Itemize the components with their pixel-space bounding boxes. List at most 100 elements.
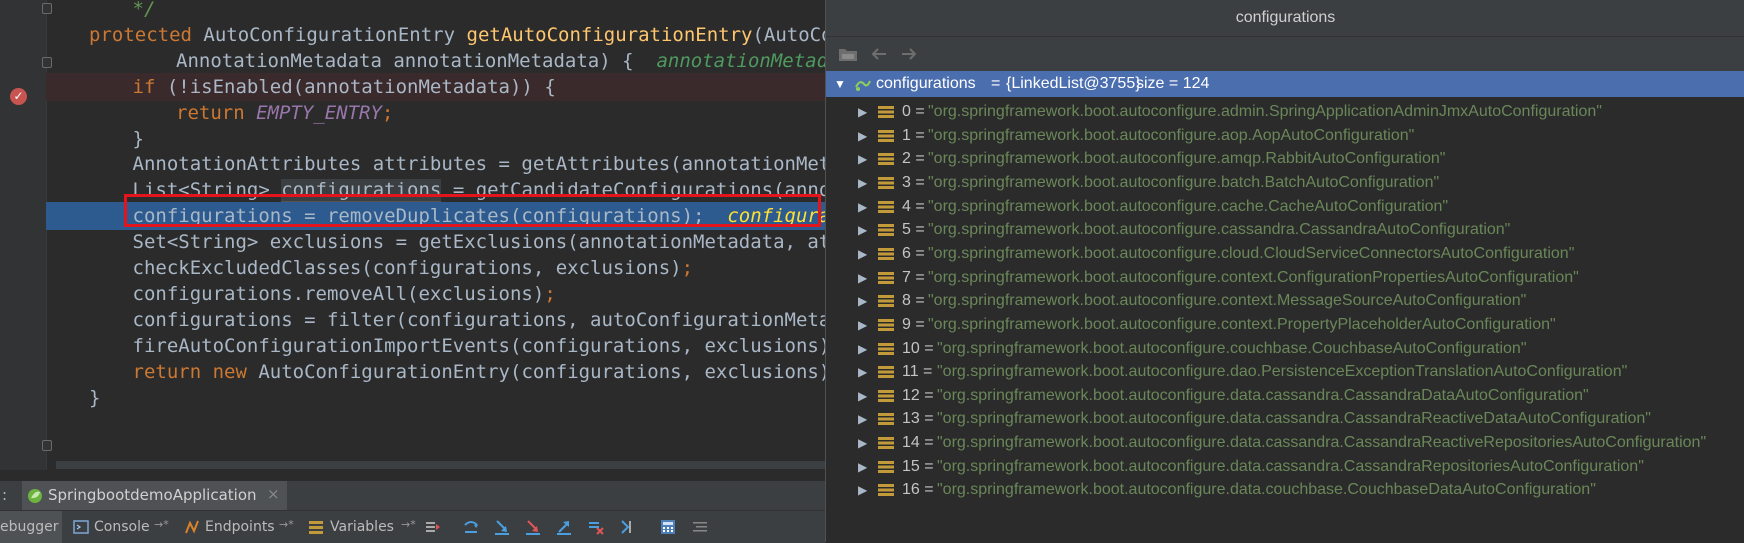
code-line[interactable]: checkExcludedClasses(configurations, exc… xyxy=(46,254,825,282)
pin-icon[interactable]: →* xyxy=(154,518,169,531)
expand-icon[interactable]: ▶ xyxy=(858,312,867,338)
tree-item-row[interactable]: ▶ 0 = "org.springframework.boot.autoconfig… xyxy=(826,99,1744,125)
tree-item-row[interactable]: ▶ 6 = "org.springframework.boot.autoconfig… xyxy=(826,241,1744,267)
list-icon xyxy=(878,437,894,450)
list-icon xyxy=(878,295,894,308)
code-token: protected xyxy=(89,23,204,46)
expand-icon[interactable]: ▶ xyxy=(858,383,867,409)
drop-frame-icon[interactable] xyxy=(588,519,604,535)
code-line[interactable]: AnnotationMetadata annotationMetadata) {… xyxy=(46,47,825,75)
item-index: 0 = xyxy=(902,103,925,120)
item-value: "org.springframework.boot.autoconfigure.… xyxy=(928,126,1415,144)
item-value: "org.springframework.boot.autoconfigure.… xyxy=(928,197,1449,215)
expand-icon[interactable]: ▶ xyxy=(858,194,867,220)
code-line[interactable]: Set<String> exclusions = getExclusions(a… xyxy=(46,228,826,256)
tree-item-row[interactable]: ▶ 7 = "org.springframework.boot.autoconfig… xyxy=(826,265,1744,291)
run-tab-bar: : SpringbootdemoApplication × xyxy=(0,480,825,510)
code-line[interactable]: AnnotationAttributes attributes = getAtt… xyxy=(46,150,826,178)
expand-icon[interactable]: ▶ xyxy=(858,430,867,456)
code-token: } xyxy=(89,386,101,409)
show-execution-point-icon[interactable] xyxy=(425,519,441,535)
folder-icon[interactable] xyxy=(838,46,858,62)
tree-root-row[interactable]: ▼ configurations = {LinkedList@3755} siz… xyxy=(826,71,1744,97)
list-icon xyxy=(878,389,894,402)
code-editor[interactable]: ✓ */protected AutoConfigurationEntry get… xyxy=(0,0,825,470)
tree-item-row[interactable]: ▶ 12 = "org.springframework.boot.autoconfi… xyxy=(826,383,1744,409)
expand-icon[interactable]: ▶ xyxy=(858,288,867,314)
back-icon[interactable] xyxy=(870,46,888,62)
code-line[interactable]: protected AutoConfigurationEntry getAuto… xyxy=(46,21,825,49)
tree-item-row[interactable]: ▶ 16 = "org.springframework.boot.autoconfi… xyxy=(826,477,1744,503)
breakpoint-line[interactable]: if (!isEnabled(annotationMetadata)) { xyxy=(46,72,825,101)
tree-item-row[interactable]: ▶ 11 = "org.springframework.boot.autoconfi… xyxy=(826,359,1744,385)
expand-icon[interactable]: ▶ xyxy=(858,477,867,503)
expand-icon[interactable]: ▶ xyxy=(858,123,867,149)
root-equals: = xyxy=(991,75,1001,92)
collapse-icon[interactable]: ▼ xyxy=(834,71,846,97)
expand-icon[interactable]: ▶ xyxy=(858,241,867,267)
tree-item-row[interactable]: ▶ 2 = "org.springframework.boot.autoconfig… xyxy=(826,146,1744,172)
code-line[interactable]: */ xyxy=(46,0,825,23)
variable-inspect-popup: configurations ▼ configurations = {Linke… xyxy=(825,0,1744,542)
code-line[interactable]: return new AutoConfigurationEntry(config… xyxy=(46,358,826,386)
expand-icon[interactable]: ▶ xyxy=(858,454,867,480)
expand-icon[interactable]: ▶ xyxy=(858,359,867,385)
horizontal-scrollbar[interactable] xyxy=(56,461,825,469)
tree-item-row[interactable]: ▶ 3 = "org.springframework.boot.autoconfig… xyxy=(826,170,1744,196)
debug-toolbar: ebugger Console →* Endpoints →* Variable… xyxy=(0,510,825,543)
code-token: ; xyxy=(681,257,694,279)
step-into-icon[interactable] xyxy=(494,519,510,535)
item-index: 1 = xyxy=(902,126,925,144)
expand-icon[interactable]: ▶ xyxy=(858,406,867,432)
item-index: 10 = xyxy=(902,339,934,357)
tab-debugger[interactable]: ebugger xyxy=(0,511,62,543)
expand-icon[interactable]: ▶ xyxy=(858,170,867,196)
expand-icon[interactable]: ▶ xyxy=(858,217,867,243)
tree-item-row[interactable]: ▶ 10 = "org.springframework.boot.autoconfi… xyxy=(826,336,1744,362)
code-line[interactable]: configurations = filter(configurations, … xyxy=(46,306,826,334)
expand-icon[interactable]: ▶ xyxy=(858,99,867,125)
popup-title[interactable]: configurations xyxy=(826,0,1744,37)
code-line[interactable]: } xyxy=(46,384,825,412)
item-value: "org.springframework.boot.autoconfigure.… xyxy=(928,173,1440,191)
item-index: 4 = xyxy=(902,197,925,215)
editor-gutter[interactable]: ✓ xyxy=(0,0,52,470)
tree-item-row[interactable]: ▶ 5 = "org.springframework.boot.autoconfig… xyxy=(826,217,1744,243)
tab-endpoints[interactable]: Endpoints →* xyxy=(182,511,302,543)
code-line[interactable]: fireAutoConfigurationImportEvents(config… xyxy=(46,332,826,360)
forward-icon[interactable] xyxy=(900,46,918,62)
tree-item-row[interactable]: ▶ 9 = "org.springframework.boot.autoconfig… xyxy=(826,312,1744,338)
tree-item-row[interactable]: ▶ 15 = "org.springframework.boot.autoconfi… xyxy=(826,454,1744,480)
tab-variables[interactable]: Variables →* xyxy=(308,511,420,543)
code-token: (!isEnabled(annotationMetadata)) { xyxy=(166,75,556,98)
close-icon[interactable]: × xyxy=(267,485,280,503)
trace-icon[interactable] xyxy=(692,519,708,535)
run-tab[interactable]: SpringbootdemoApplication × xyxy=(22,481,287,510)
code-line[interactable]: } xyxy=(46,125,825,153)
root-value: {LinkedList@3755} xyxy=(1006,75,1141,92)
list-icon xyxy=(878,200,894,213)
code-token: Set<String> exclusions = getExclusions(a… xyxy=(132,231,826,254)
tree-item-row[interactable]: ▶ 1 = "org.springframework.boot.autoconfig… xyxy=(826,123,1744,149)
tree-item-row[interactable]: ▶ 4 = "org.springframework.boot.autoconfig… xyxy=(826,194,1744,220)
tree-item-row[interactable]: ▶ 8 = "org.springframework.boot.autoconfig… xyxy=(826,288,1744,314)
tab-console[interactable]: Console →* xyxy=(70,511,178,543)
pin-icon[interactable]: →* xyxy=(401,518,416,531)
expand-icon[interactable]: ▶ xyxy=(858,336,867,362)
tree-item-row[interactable]: ▶ 14 = "org.springframework.boot.autoconfi… xyxy=(826,430,1744,456)
code-token: ; xyxy=(544,282,556,305)
evaluate-icon[interactable] xyxy=(660,519,676,535)
code-line[interactable]: configurations.removeAll(exclusions); xyxy=(46,280,825,308)
variable-tree[interactable]: ▼ configurations = {LinkedList@3755} siz… xyxy=(826,71,1744,542)
pin-icon[interactable]: →* xyxy=(279,518,294,531)
step-out-icon[interactable] xyxy=(556,519,572,535)
code-line[interactable]: return EMPTY_ENTRY; xyxy=(46,99,825,127)
tree-item-row[interactable]: ▶ 13 = "org.springframework.boot.autoconfi… xyxy=(826,406,1744,432)
step-over-icon[interactable] xyxy=(463,519,479,535)
expand-icon[interactable]: ▶ xyxy=(858,265,867,291)
run-to-cursor-icon[interactable] xyxy=(620,519,636,535)
force-step-into-icon[interactable] xyxy=(525,519,541,535)
expand-icon[interactable]: ▶ xyxy=(858,146,867,172)
fold-marker-icon[interactable] xyxy=(42,440,52,451)
breakpoint-icon[interactable]: ✓ xyxy=(10,88,27,105)
